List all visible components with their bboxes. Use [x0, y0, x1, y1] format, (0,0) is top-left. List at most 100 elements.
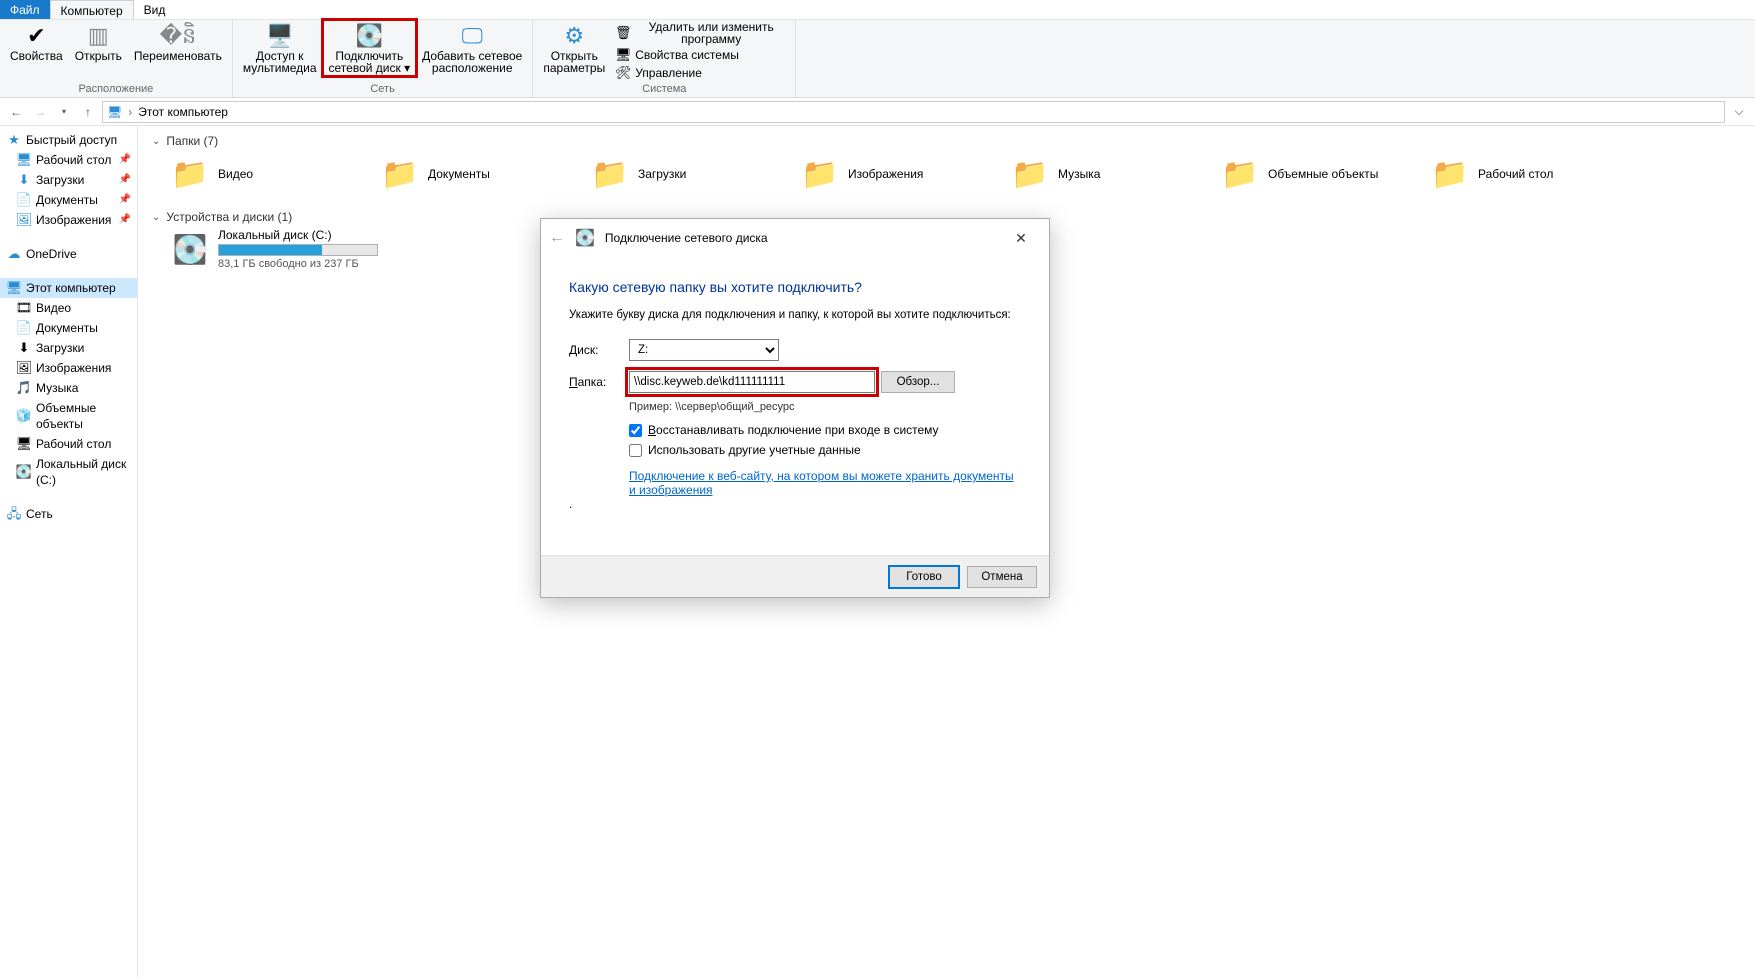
- address-dropdown[interactable]: ⌵: [1729, 104, 1749, 119]
- nav-documents-2[interactable]: 📄Документы: [0, 318, 137, 338]
- highlight-box: [625, 367, 879, 397]
- videos-icon: 🎞: [16, 300, 32, 316]
- rename-icon: �និ: [162, 22, 194, 50]
- nav-downloads-2[interactable]: ⬇Загрузки: [0, 338, 137, 358]
- nav-label: Объемные объекты: [36, 400, 131, 432]
- drive-usage-bar: [218, 244, 378, 256]
- address-path[interactable]: 🖥 › Этот компьютер: [102, 101, 1725, 123]
- pin-icon: 📌: [119, 152, 131, 168]
- folder-desktop[interactable]: 📁Рабочий стол: [1432, 156, 1612, 192]
- folder-label: Объемные объекты: [1268, 167, 1378, 181]
- browse-button[interactable]: Обзор...: [881, 371, 955, 393]
- uninstall-icon: 🗑: [615, 25, 631, 41]
- nav-label: Музыка: [36, 380, 78, 396]
- nav-local-disk[interactable]: 💽Локальный диск (C:): [0, 454, 137, 490]
- nav-network[interactable]: 🖧Сеть: [0, 504, 137, 524]
- folder-downloads[interactable]: 📁Загрузки: [592, 156, 772, 192]
- tab-file[interactable]: Файл: [0, 0, 50, 19]
- ribbon-rename[interactable]: �និ Переименовать: [128, 20, 228, 64]
- ribbon-group-network: 🖥️ Доступ к мультимедиа 💽 Подключить сет…: [233, 20, 534, 97]
- nav-downloads[interactable]: ⬇Загрузки📌: [0, 170, 137, 190]
- nav-pictures-2[interactable]: 🖼Изображения: [0, 358, 137, 378]
- ribbon-label: Добавить сетевое расположение: [422, 50, 522, 74]
- objects3d-icon: 🧊: [16, 408, 32, 424]
- nav-videos[interactable]: 🎞Видео: [0, 298, 137, 318]
- pin-icon: 📌: [119, 212, 131, 228]
- nav-onedrive[interactable]: ☁OneDrive: [0, 244, 137, 264]
- folder-documents[interactable]: 📁Документы: [382, 156, 562, 192]
- folder-icon: 📁: [1432, 156, 1468, 192]
- folder-icon: 📁: [172, 156, 208, 192]
- nav-label: Загрузки: [36, 340, 84, 356]
- folder-pictures[interactable]: 📁Изображения: [802, 156, 982, 192]
- folder-label: Музыка: [1058, 167, 1100, 181]
- ribbon-manage[interactable]: 🛠 Управление: [611, 64, 791, 82]
- nav-quick-access[interactable]: ★ Быстрый доступ: [0, 130, 137, 150]
- ribbon-uninstall-program[interactable]: 🗑 Удалить или изменить программу: [611, 20, 791, 46]
- computer-icon: 🖥: [6, 280, 22, 296]
- ribbon-media-access[interactable]: 🖥️ Доступ к мультимедиа: [237, 20, 323, 76]
- finish-button[interactable]: Готово: [889, 566, 959, 588]
- folder-music[interactable]: 📁 Музыка: [1012, 156, 1192, 192]
- folder-3d-objects[interactable]: 📁Объемные объекты: [1222, 156, 1402, 192]
- pictures-icon: 🖼: [16, 212, 32, 228]
- ribbon: ✔ Свойства ▥ Открыть �និ Переименовать Р…: [0, 20, 1755, 98]
- reconnect-checkbox-input[interactable]: [629, 424, 642, 437]
- nav-up[interactable]: ↑: [78, 102, 98, 122]
- nav-desktop[interactable]: 🖥Рабочий стол📌: [0, 150, 137, 170]
- tab-computer[interactable]: Компьютер: [50, 0, 134, 19]
- folder-icon: 📁: [1012, 156, 1048, 192]
- menubar: Файл Компьютер Вид: [0, 0, 1755, 20]
- cancel-button[interactable]: Отмена: [967, 566, 1037, 588]
- folder-path-input[interactable]: [629, 371, 875, 393]
- other-credentials-checkbox[interactable]: Использовать другие учетные данные: [629, 443, 1021, 457]
- add-location-icon: 🖵: [456, 22, 488, 50]
- folder-icon: 📁: [382, 156, 418, 192]
- nav-label: Быстрый доступ: [26, 132, 117, 148]
- back-icon[interactable]: ←: [549, 229, 565, 247]
- dialog-footer: Готово Отмена: [541, 555, 1049, 597]
- ribbon-system-properties[interactable]: 🖥 Свойства системы: [611, 46, 791, 64]
- ribbon-open-settings[interactable]: ⚙ Открыть параметры: [537, 20, 611, 76]
- properties-icon: 🖥: [615, 47, 631, 63]
- pin-icon: 📌: [119, 192, 131, 208]
- network-drive-icon: 💽: [353, 22, 385, 50]
- checkmark-icon: ✔: [20, 22, 52, 50]
- nav-pictures[interactable]: 🖼Изображения📌: [0, 210, 137, 230]
- close-button[interactable]: ✕: [1001, 224, 1041, 252]
- chevron-down-icon: ⌄: [152, 136, 160, 147]
- network-icon: 🖧: [6, 506, 22, 522]
- checkbox-label: Использовать другие учетные данные: [648, 443, 861, 457]
- connect-website-link[interactable]: Подключение к веб-сайту, на котором вы м…: [629, 469, 1021, 497]
- nav-label: Изображения: [36, 360, 111, 376]
- nav-forward[interactable]: →: [30, 102, 50, 122]
- nav-recent[interactable]: ▾: [54, 102, 74, 122]
- gear-icon: ⚙: [558, 22, 590, 50]
- folder-videos[interactable]: 📁Видео: [172, 156, 352, 192]
- tab-view[interactable]: Вид: [134, 0, 176, 19]
- nav-label: Загрузки: [36, 172, 84, 188]
- address-bar: ← → ▾ ↑ 🖥 › Этот компьютер ⌵: [0, 98, 1755, 126]
- nav-music[interactable]: 🎵Музыка: [0, 378, 137, 398]
- nav-this-pc[interactable]: 🖥Этот компьютер: [0, 278, 137, 298]
- other-credentials-checkbox-input[interactable]: [629, 444, 642, 457]
- ribbon-map-network-drive[interactable]: 💽 Подключить сетевой диск ▾: [323, 20, 417, 76]
- ribbon-properties[interactable]: ✔ Свойства: [4, 20, 69, 64]
- section-folders[interactable]: ⌄ Папки (7): [152, 130, 1741, 152]
- ribbon-add-network-location[interactable]: 🖵 Добавить сетевое расположение: [416, 20, 528, 76]
- nav-desktop-2[interactable]: 🖥Рабочий стол: [0, 434, 137, 454]
- nav-3d-objects[interactable]: 🧊Объемные объекты: [0, 398, 137, 434]
- drive-letter-select[interactable]: Z:: [629, 339, 779, 361]
- star-icon: ★: [6, 132, 22, 148]
- nav-back[interactable]: ←: [6, 102, 26, 122]
- downloads-icon: ⬇: [16, 172, 32, 188]
- nav-label: OneDrive: [26, 246, 77, 262]
- ribbon-label: Удалить или изменить программу: [635, 21, 787, 45]
- navigation-pane: ★ Быстрый доступ 🖥Рабочий стол📌 ⬇Загрузк…: [0, 126, 138, 977]
- disk-icon: 💽: [16, 464, 32, 480]
- nav-documents[interactable]: 📄Документы📌: [0, 190, 137, 210]
- drive-label: Диск:: [569, 343, 623, 357]
- reconnect-checkbox[interactable]: Восстанавливать подключение при входе в …: [629, 423, 1021, 437]
- ribbon-open[interactable]: ▥ Открыть: [69, 20, 128, 64]
- nav-label: Видео: [36, 300, 71, 316]
